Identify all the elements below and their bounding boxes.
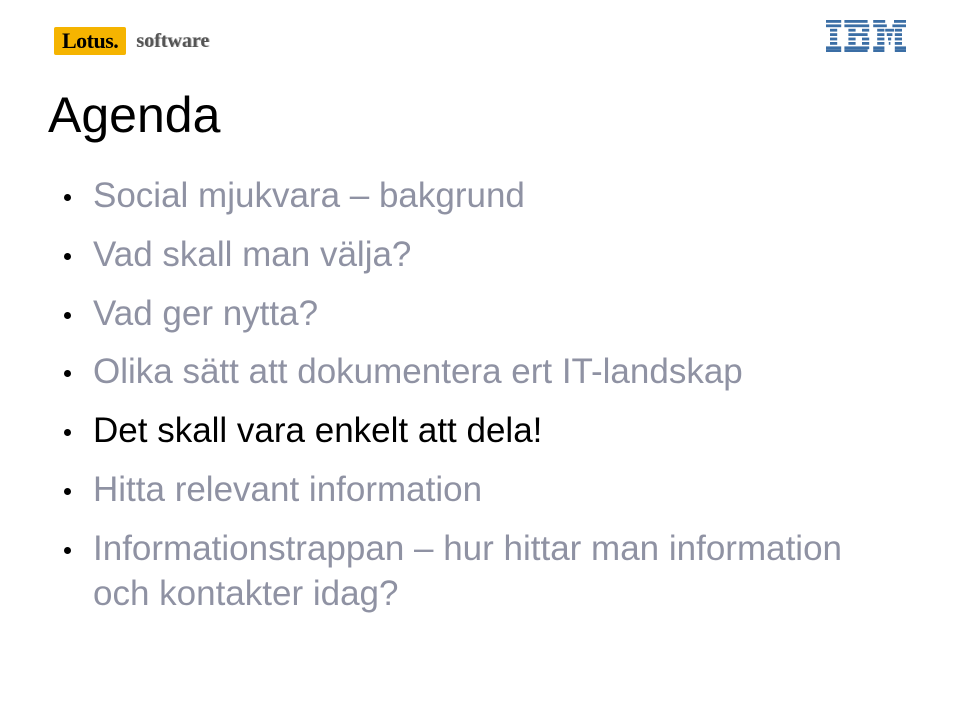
list-item: Informationstrappan – hur hittar man inf…	[64, 527, 884, 617]
bullet-dot-icon	[64, 488, 71, 495]
list-item: Vad skall man välja?	[64, 233, 884, 278]
ibm-logo-icon	[826, 20, 906, 52]
bullet-dot-icon	[64, 547, 71, 554]
page-title: Agenda	[48, 86, 220, 144]
list-item: Vad ger nytta?	[64, 292, 884, 337]
slide: Lotus. software	[0, 0, 960, 715]
list-item-text: Social mjukvara – bakgrund	[93, 174, 884, 219]
list-item: Social mjukvara – bakgrund	[64, 174, 884, 219]
bullet-dot-icon	[64, 370, 71, 377]
list-item-text: Olika sätt att dokumentera ert IT-landsk…	[93, 350, 884, 395]
lotus-software-text: software	[136, 30, 209, 53]
list-item-text: Informationstrappan – hur hittar man inf…	[93, 527, 884, 617]
bullet-list: Social mjukvara – bakgrund Vad skall man …	[64, 174, 884, 630]
list-item: Olika sätt att dokumentera ert IT-landsk…	[64, 350, 884, 395]
list-item: Hitta relevant information	[64, 468, 884, 513]
ibm-logo	[826, 20, 906, 57]
bullet-dot-icon	[64, 194, 71, 201]
list-item: Det skall vara enkelt att dela!	[64, 409, 884, 454]
lotus-badge: Lotus.	[54, 27, 126, 55]
list-item-text: Det skall vara enkelt att dela!	[93, 409, 884, 454]
list-item-text: Vad skall man välja?	[93, 233, 884, 278]
list-item-text: Vad ger nytta?	[93, 292, 884, 337]
bullet-dot-icon	[64, 253, 71, 260]
list-item-text: Hitta relevant information	[93, 468, 884, 513]
bullet-dot-icon	[64, 429, 71, 436]
lotus-logo: Lotus. software	[54, 26, 209, 56]
bullet-dot-icon	[64, 312, 71, 319]
